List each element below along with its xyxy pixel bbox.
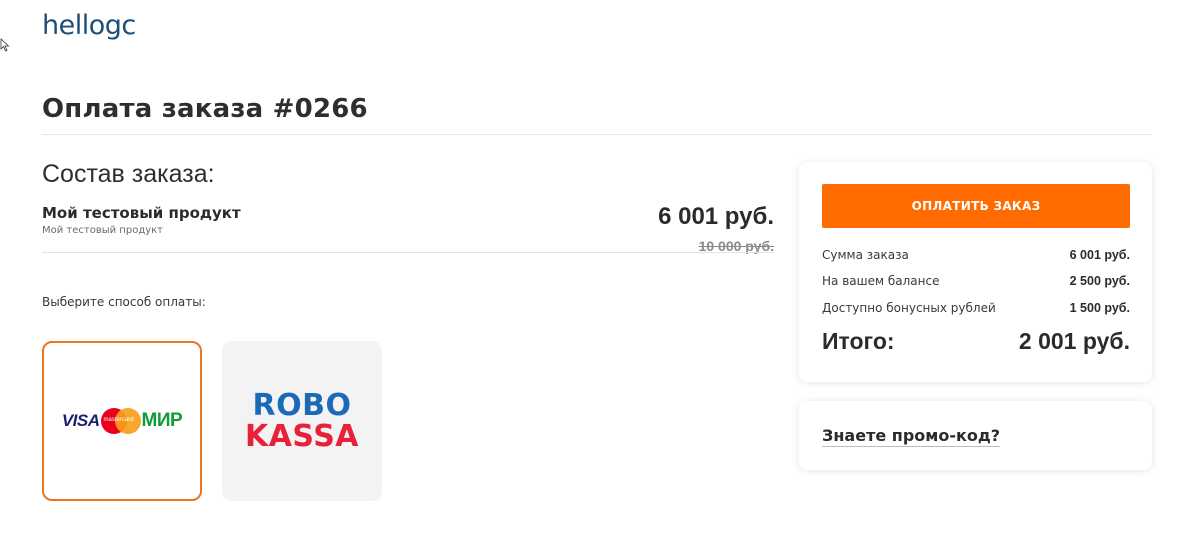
order-heading: Состав заказа: (42, 160, 215, 188)
total-label: Итого: (822, 328, 895, 354)
product-divider (42, 252, 774, 253)
title-divider (42, 134, 1152, 135)
robokassa-logo: ROBO KASSA (244, 387, 360, 454)
payment-option-robokassa[interactable]: ROBO KASSA (222, 341, 382, 501)
summary-row-value: 1 500 руб. (1069, 301, 1130, 315)
summary-total-row: Итого: 2 001 руб. (822, 328, 1130, 355)
promo-code-link[interactable]: Знаете промо-код? (822, 426, 1001, 447)
promo-code-card: Знаете промо-код? (799, 401, 1152, 470)
mastercard-logo: mastercard (100, 408, 141, 434)
summary-row-label: Доступно бонусных рублей (822, 301, 996, 315)
product-name: Мой тестовый продукт (42, 204, 241, 222)
product-price: 6 001 руб. (658, 203, 774, 230)
page-title: Оплата заказа #0266 (42, 94, 368, 124)
mouse-cursor-icon (0, 38, 10, 52)
summary-row-label: На вашем балансе (822, 274, 940, 288)
brand-logo[interactable]: hellogc (42, 10, 136, 41)
total-value: 2 001 руб. (1018, 328, 1130, 354)
pay-order-button[interactable]: ОПЛАТИТЬ ЗАКАЗ (822, 184, 1130, 228)
order-summary-card: ОПЛАТИТЬ ЗАКАЗ Сумма заказа 6 001 руб. Н… (799, 162, 1152, 382)
product-subtitle: Мой тестовый продукт (42, 225, 164, 236)
payment-option-cards[interactable]: VISA mastercard МИР (42, 341, 202, 501)
summary-row-label: Сумма заказа (822, 248, 909, 262)
cards-logo: VISA mastercard МИР (61, 408, 183, 434)
mir-logo: МИР (141, 410, 183, 431)
summary-row-balance: На вашем балансе 2 500 руб. (822, 274, 1130, 288)
visa-logo: VISA (61, 411, 100, 430)
summary-row-order-sum: Сумма заказа 6 001 руб. (822, 248, 1130, 262)
summary-row-value: 6 001 руб. (1069, 248, 1130, 262)
summary-row-bonus: Доступно бонусных рублей 1 500 руб. (822, 301, 1130, 315)
payment-method-label: Выберите способ оплаты: (42, 295, 206, 309)
summary-row-value: 2 500 руб. (1069, 274, 1130, 288)
